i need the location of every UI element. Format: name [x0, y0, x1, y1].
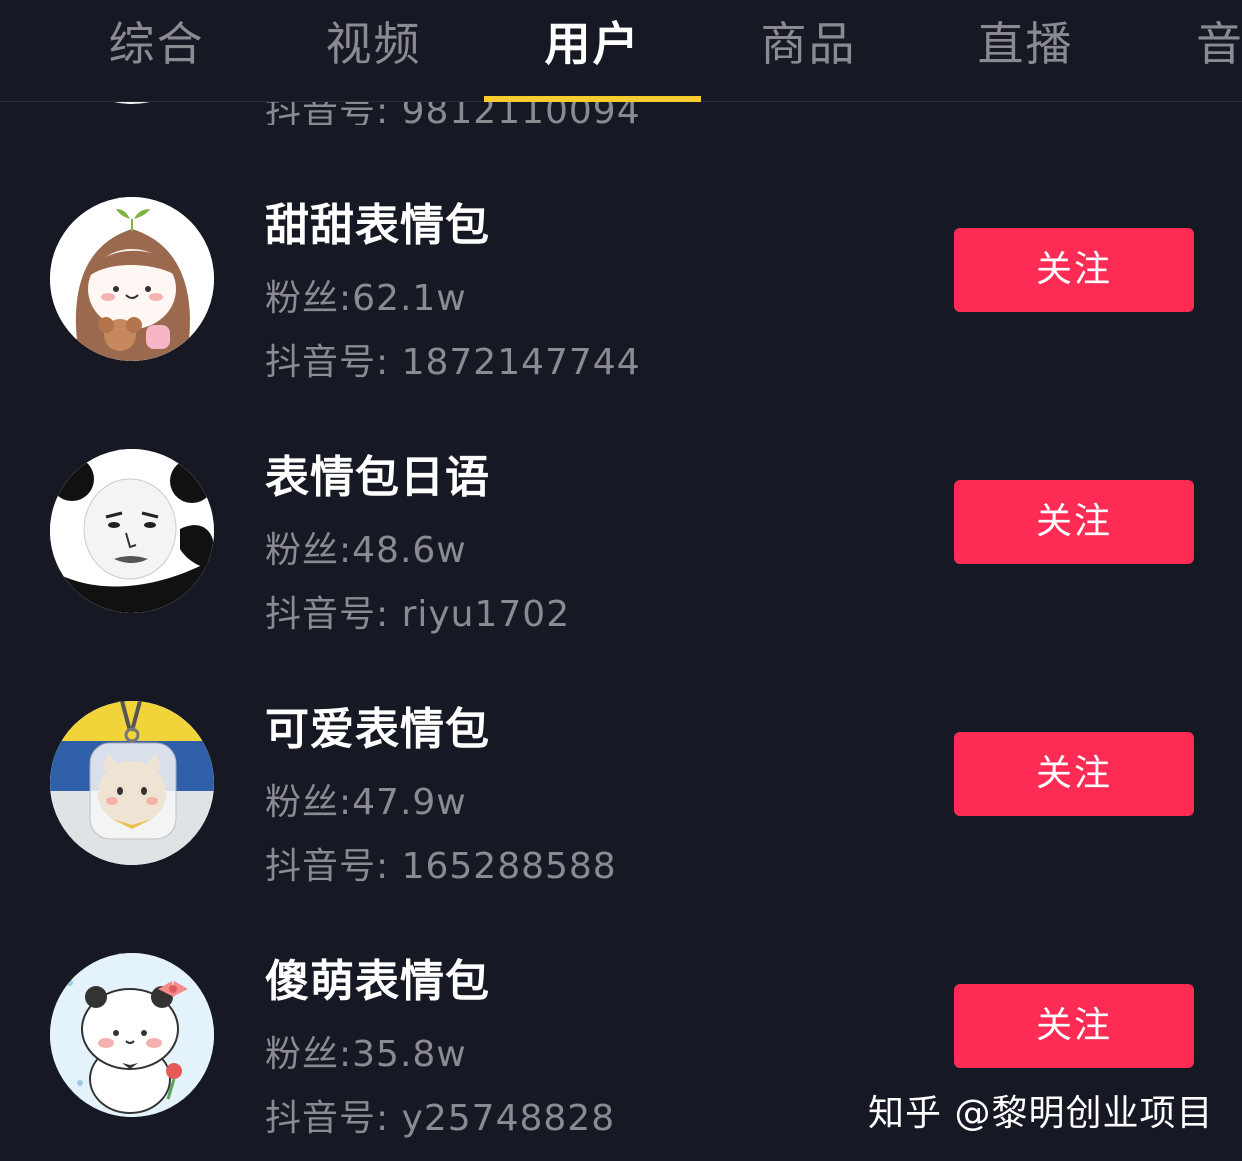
- tab-products[interactable]: 商品: [700, 12, 917, 76]
- user-row[interactable]: 表情包日语 粉丝:48.6w 抖音号: riyu1702 关注: [0, 449, 1242, 701]
- tab-videos[interactable]: 视频: [265, 12, 482, 76]
- user-douyin-id: 抖音号: y25748828: [265, 1098, 616, 1139]
- cat-keychain-avatar[interactable]: [50, 701, 214, 865]
- bear-with-bow-avatar[interactable]: [50, 953, 214, 1117]
- tab-comprehensive[interactable]: 综合: [48, 12, 265, 76]
- user-nickname[interactable]: 傻萌表情包: [265, 945, 490, 1009]
- user-fan-count: 粉丝:35.8w: [265, 1034, 467, 1075]
- user-fan-count: 粉丝:47.9w: [265, 782, 467, 823]
- cartoon-girl-avatar[interactable]: [50, 197, 214, 361]
- user-douyin-id: 抖音号: 165288588: [265, 846, 617, 887]
- user-fan-count: 粉丝:48.6w: [265, 530, 467, 571]
- follow-button[interactable]: 关注: [954, 984, 1194, 1068]
- active-tab-indicator: [484, 96, 701, 102]
- user-nickname[interactable]: 甜甜表情包: [265, 189, 490, 253]
- tab-live[interactable]: 直播: [917, 12, 1134, 76]
- zhihu-watermark: 知乎 @黎明创业项目: [868, 1093, 1214, 1134]
- user-nickname[interactable]: 表情包日语: [265, 441, 490, 505]
- user-fan-count: 粉丝:62.1w: [265, 278, 467, 319]
- follow-button[interactable]: 关注: [954, 480, 1194, 564]
- panda-meme-avatar[interactable]: [50, 449, 214, 613]
- search-tab-bar: 综合 视频 用户 商品 直播 音: [0, 0, 1242, 102]
- follow-button[interactable]: 关注: [954, 732, 1194, 816]
- user-douyin-id: 抖音号: 1872147744: [265, 342, 641, 383]
- user-row[interactable]: 可爱表情包 粉丝:47.9w 抖音号: 165288588 关注: [0, 701, 1242, 953]
- tab-music[interactable]: 音: [1134, 12, 1242, 76]
- follow-button[interactable]: 关注: [954, 228, 1194, 312]
- user-nickname[interactable]: 可爱表情包: [265, 693, 490, 757]
- search-results-screen: 抖音号: 9812110094 综合 视频 用户 商品 直播 音 甜甜表情包 粉…: [0, 0, 1242, 1161]
- tab-users[interactable]: 用户: [484, 12, 701, 76]
- user-douyin-id: 抖音号: riyu1702: [265, 594, 571, 635]
- user-row[interactable]: 甜甜表情包 粉丝:62.1w 抖音号: 1872147744 关注: [0, 197, 1242, 449]
